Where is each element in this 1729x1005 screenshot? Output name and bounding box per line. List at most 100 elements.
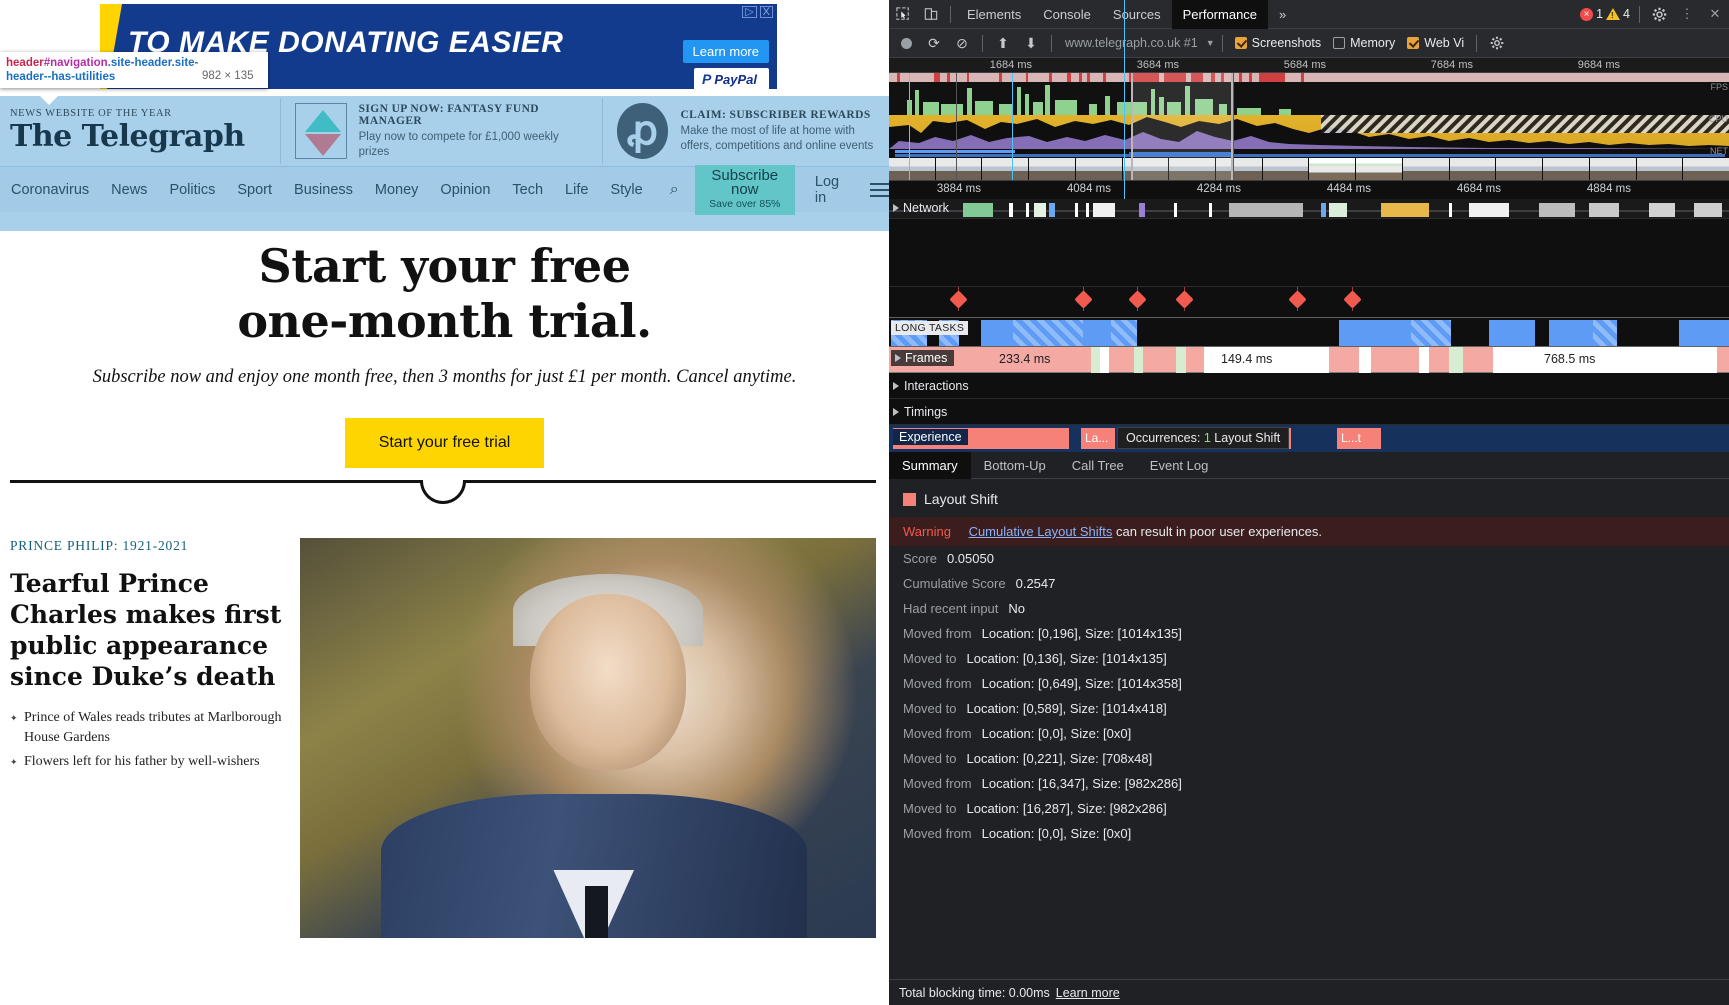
nav-item-sport[interactable]: Sport (226, 182, 283, 198)
frame-block[interactable] (1493, 347, 1717, 373)
article-kicker[interactable]: PRINCE PHILIP: 1921-2021 (10, 538, 282, 554)
long-task-block[interactable] (981, 320, 1013, 346)
layout-shift-marker[interactable] (1128, 290, 1147, 309)
long-task-block[interactable] (1411, 320, 1451, 346)
record-icon[interactable] (893, 31, 919, 55)
learn-more-link[interactable]: Learn more (1056, 986, 1120, 1000)
filmstrip-frame[interactable] (1449, 158, 1496, 180)
layout-shift-marker[interactable] (949, 290, 968, 309)
track-experience[interactable]: ut Shift La... L...t Experience Occurren… (889, 425, 1729, 452)
track-markers[interactable] (889, 287, 1729, 317)
clear-icon[interactable]: ⊘ (949, 31, 975, 55)
experience-event-block[interactable]: L...t (1337, 428, 1381, 449)
overview-selection-window[interactable] (1131, 73, 1233, 180)
screenshots-checkbox[interactable]: Screenshots (1230, 36, 1326, 50)
chevron-down-icon[interactable]: ▼ (1206, 38, 1215, 48)
nav-item-opinion[interactable]: Opinion (429, 182, 501, 198)
nav-item-money[interactable]: Money (364, 182, 430, 198)
track-network-header[interactable]: Network (893, 201, 949, 215)
profile-selector-label[interactable]: www.telegraph.co.uk #1 (1059, 36, 1204, 50)
filmstrip-frame[interactable] (935, 158, 982, 180)
more-tabs-icon[interactable]: » (1268, 0, 1297, 29)
long-task-block[interactable] (1013, 320, 1083, 346)
long-task-block[interactable] (1549, 320, 1593, 346)
frame-block[interactable] (1419, 347, 1429, 373)
ad-controls[interactable]: ▷ X (742, 6, 773, 18)
tab-console[interactable]: Console (1032, 0, 1102, 29)
frame-block[interactable] (1100, 347, 1109, 373)
search-icon[interactable]: ⌕ (654, 181, 695, 199)
frame-block[interactable] (1091, 347, 1100, 373)
article-image[interactable] (300, 538, 876, 938)
close-icon[interactable]: ✕ (1701, 0, 1729, 29)
capture-settings-gear-icon[interactable] (1484, 31, 1510, 55)
promo-fantasy-fund-manager[interactable]: SIGN UP NOW: FANTASY FUND MANAGER Play n… (279, 98, 602, 164)
ad-learn-more-button[interactable]: Learn more (682, 40, 769, 63)
long-task-block[interactable] (1111, 320, 1137, 346)
subscribe-button[interactable]: Subscribe now Save over 85% (694, 164, 795, 215)
list-item[interactable]: Flowers left for his father by well-wish… (10, 752, 282, 772)
nav-item-life[interactable]: Life (554, 182, 599, 198)
frame-block[interactable] (1134, 347, 1143, 373)
nav-item-style[interactable]: Style (599, 182, 653, 198)
gear-icon[interactable] (1645, 0, 1673, 29)
chevron-right-icon[interactable] (893, 407, 899, 416)
long-task-block[interactable] (1083, 320, 1111, 346)
list-item[interactable]: Prince of Wales reads tributes at Marlbo… (10, 708, 282, 748)
device-toolbar-icon[interactable] (917, 0, 945, 29)
timeline-overview[interactable]: 1684 ms 3684 ms 5684 ms 7684 ms 9684 ms (889, 58, 1729, 180)
chevron-right-icon[interactable] (895, 354, 901, 362)
long-task-block[interactable] (1679, 320, 1729, 346)
layout-shift-marker[interactable] (1343, 290, 1362, 309)
start-free-trial-button[interactable]: Start your free trial (344, 418, 545, 468)
inspect-element-icon[interactable] (889, 0, 917, 29)
track-interactions[interactable]: Interactions (889, 373, 1729, 399)
filmstrip-frame[interactable] (1356, 158, 1402, 180)
layout-shift-marker[interactable] (1288, 290, 1307, 309)
tab-sources[interactable]: Sources (1102, 0, 1172, 29)
track-frames[interactable]: Frames 233.4 ms 149.4 ms 768.5 ms (889, 347, 1729, 373)
track-long-tasks[interactable]: LONG TASKS (889, 317, 1729, 347)
long-task-block[interactable] (1489, 320, 1535, 346)
adchoices-icon[interactable]: ▷ (742, 6, 757, 18)
load-profile-icon[interactable]: ⬆ (990, 31, 1016, 55)
filmstrip-frame[interactable] (1496, 158, 1543, 180)
filmstrip-frame[interactable] (1262, 158, 1309, 180)
long-task-block[interactable] (1339, 320, 1411, 346)
track-timings[interactable]: Timings (889, 399, 1729, 425)
nav-item-business[interactable]: Business (283, 182, 364, 198)
filmstrip-frame[interactable] (1636, 158, 1683, 180)
telegraph-logo[interactable]: The Telegraph (10, 119, 280, 155)
tab-summary[interactable]: Summary (889, 451, 971, 479)
login-link[interactable]: Log in (795, 174, 864, 206)
tab-call-tree[interactable]: Call Tree (1059, 452, 1137, 479)
reload-record-icon[interactable]: ⟳ (921, 31, 947, 55)
issues-badge[interactable]: × 1 4 (1576, 7, 1634, 21)
web-vitals-checkbox[interactable]: Web Vi (1402, 36, 1469, 50)
interactions-track-header[interactable]: Interactions (889, 379, 969, 393)
layout-shift-marker[interactable] (1175, 290, 1194, 309)
filmstrip-frame[interactable] (1543, 158, 1589, 180)
memory-checkbox[interactable]: Memory (1328, 36, 1400, 50)
cls-docs-link[interactable]: Cumulative Layout Shifts (969, 524, 1113, 539)
article-card[interactable]: PRINCE PHILIP: 1921-2021 Tearful Prince … (10, 538, 876, 938)
long-task-block[interactable] (1593, 320, 1617, 346)
timings-track-header[interactable]: Timings (889, 405, 947, 419)
filmstrip-frame[interactable] (889, 158, 935, 180)
promo-subscriber-rewards[interactable]: ꝓ CLAIM: SUBSCRIBER REWARDS Make the mos… (601, 98, 889, 164)
tab-performance[interactable]: Performance (1171, 0, 1269, 29)
tab-event-log[interactable]: Event Log (1137, 452, 1222, 479)
filmstrip-frame[interactable] (1029, 158, 1075, 180)
overview-filmstrip[interactable] (889, 158, 1729, 180)
experience-track-header[interactable]: Experience (893, 429, 968, 445)
masthead-brand[interactable]: NEWS WEBSITE OF THE YEAR The Telegraph (0, 108, 280, 155)
chevron-right-icon[interactable] (893, 381, 899, 390)
chevron-right-icon[interactable] (893, 204, 899, 212)
layout-shift-marker[interactable] (1074, 290, 1093, 309)
nav-item-coronavirus[interactable]: Coronavirus (0, 182, 100, 198)
nav-item-news[interactable]: News (100, 182, 158, 198)
track-network[interactable]: Network (889, 199, 1729, 219)
nav-item-politics[interactable]: Politics (158, 182, 226, 198)
filmstrip-frame[interactable] (1402, 158, 1449, 180)
hamburger-icon[interactable] (869, 182, 889, 197)
